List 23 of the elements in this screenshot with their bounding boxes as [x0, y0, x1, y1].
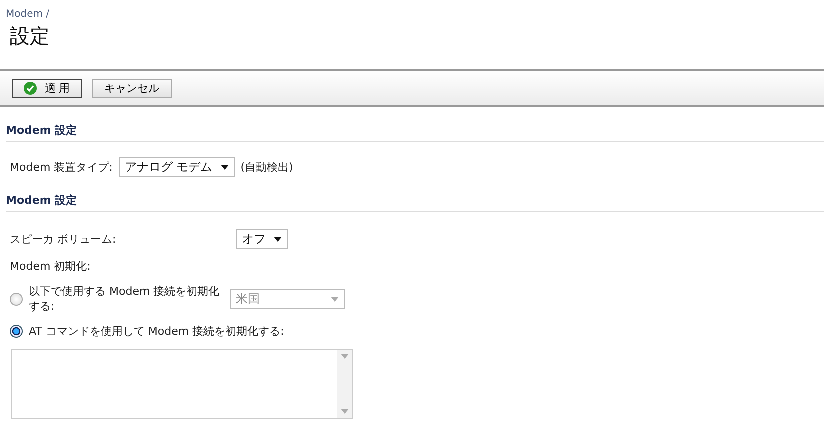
caret-icon [274, 236, 282, 242]
field-label: スピーカ ボリューム: [10, 232, 118, 246]
section-title: Modem 設定 [6, 193, 78, 208]
radio-label: 以下で使用する Modem 接続を初期化する: [29, 284, 221, 314]
page-title: 設定 [10, 23, 50, 50]
command-text-area[interactable] [11, 349, 353, 419]
breadcrumb[interactable]: Modem / [6, 9, 50, 20]
field-label: Modem 装置タイプ: [10, 160, 113, 174]
device-type-select[interactable]: アナログ モデム [118, 157, 235, 177]
check-icon [24, 82, 37, 94]
caret-icon [220, 164, 229, 170]
apply-button[interactable]: 適 用 [12, 78, 82, 98]
radio-label: AT コマンドを使用して Modem 接続を初期化する: [29, 324, 284, 339]
caret-icon [340, 354, 348, 359]
section-title: Modem 設定 [6, 123, 78, 138]
caret-icon [340, 409, 348, 414]
cancel-button[interactable]: キャンセル [92, 78, 172, 98]
caret-icon [331, 296, 339, 302]
field-label: Modem 初期化: [10, 259, 91, 274]
radio-button[interactable] [10, 325, 23, 338]
scrollbar[interactable] [337, 350, 352, 418]
auto-detect-note: (自動検出) [240, 160, 294, 174]
speaker-volume-select[interactable]: オフ [236, 229, 288, 249]
